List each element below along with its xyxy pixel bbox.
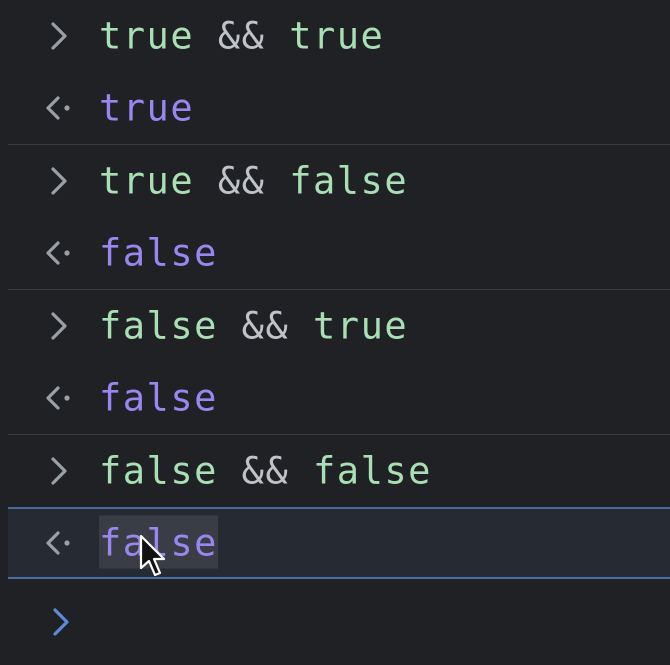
console-input-entry[interactable]: true && true (0, 0, 670, 72)
devtools-console: true && true true true && false false fa… (0, 0, 670, 664)
operand-right: true (313, 304, 409, 348)
console-output-entry[interactable]: false (0, 217, 670, 289)
return-arrow-icon (42, 91, 76, 125)
chevron-right-icon (44, 605, 78, 639)
return-arrow-icon (42, 381, 76, 415)
mouse-pointer-icon (139, 534, 166, 577)
operand-left: false (99, 304, 218, 348)
operator: && (217, 159, 266, 203)
console-output-value: false (99, 376, 218, 420)
console-output-entry[interactable]: false (0, 362, 670, 434)
console-input-code: false && true (99, 308, 408, 345)
chevron-right-icon (42, 454, 76, 488)
operand-left: true (99, 14, 195, 58)
operand-right: false (313, 449, 432, 493)
operand-left: true (99, 159, 195, 203)
console-output-entry-selected[interactable]: false (8, 507, 670, 579)
console-input-entry[interactable]: false && false (0, 435, 670, 507)
return-arrow-icon (42, 236, 76, 270)
operator: && (217, 14, 266, 58)
operator: && (241, 449, 290, 493)
console-input-entry[interactable]: false && true (0, 290, 670, 362)
console-input-code: false && false (99, 453, 432, 490)
console-prompt[interactable] (0, 579, 670, 665)
console-input-code: true && false (99, 163, 408, 200)
chevron-right-icon (42, 19, 76, 53)
operand-right: false (289, 159, 409, 203)
chevron-right-icon (42, 164, 76, 198)
console-input-code: true && true (99, 18, 384, 55)
console-output-entry[interactable]: true (0, 72, 670, 144)
console-input-entry[interactable]: true && false (0, 145, 670, 217)
console-output-value: false (99, 231, 218, 275)
operand-left: false (99, 449, 218, 493)
console-output-value: true (99, 86, 195, 130)
return-arrow-icon (42, 526, 76, 560)
operator: && (241, 304, 290, 348)
operand-right: true (289, 14, 385, 58)
chevron-right-icon (42, 309, 76, 343)
